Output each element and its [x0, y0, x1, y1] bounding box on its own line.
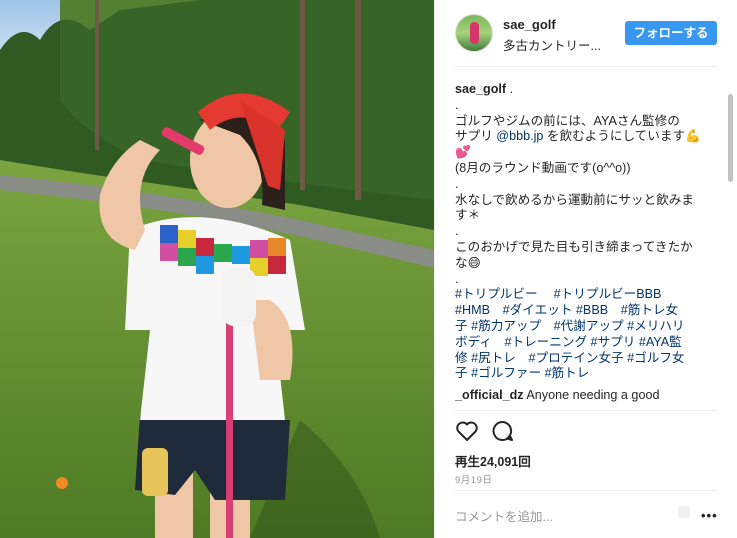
comment-scrollbar[interactable] [727, 84, 733, 414]
hashtag-line[interactable]: 子 #ゴルファー #筋トレ [455, 366, 717, 382]
caption-line: す＊ [455, 208, 481, 223]
heart-icon[interactable] [455, 420, 479, 447]
hashtag-line[interactable]: 子 #筋力アップ #代謝アップ #メリハリ [455, 319, 717, 335]
more-options-icon[interactable]: ••• [701, 508, 718, 523]
caption-line: 水なしで飲めるから運動前にサッと飲みま [455, 192, 694, 207]
comment-input[interactable]: コメントを追加... [455, 506, 553, 525]
location-link[interactable]: 多古カントリー... [503, 35, 601, 54]
caption-line: . [455, 271, 459, 286]
mention-link[interactable]: @bbb.jp [496, 129, 543, 143]
scrollbar-thumb[interactable] [728, 94, 733, 182]
hashtag-line[interactable]: ボディ #トレーニング #サプリ #AYA監 [455, 335, 717, 351]
caption-line: な😄 [455, 255, 481, 270]
hashtag-line[interactable]: #HMB #ダイエット #BBB #筋トレ女 [455, 303, 717, 319]
video-player[interactable] [0, 0, 434, 538]
actions-divider [455, 410, 717, 411]
caption-line: サプリ [455, 129, 497, 144]
comment-bubble-icon[interactable] [491, 420, 515, 447]
hashtag-line[interactable]: #トリプルビー #トリプルビーBBB [455, 287, 717, 303]
caption-line: ゴルフやジムの前には、AYAさん監修の [455, 113, 680, 128]
post-date[interactable]: 9月19日 [455, 472, 492, 486]
caption-suffix: . [506, 82, 514, 96]
composer-divider [455, 490, 717, 491]
comment-text: Anyone needing a good [523, 388, 660, 403]
follow-button[interactable]: フォローする [625, 21, 717, 45]
header-divider [455, 66, 717, 67]
view-count[interactable]: 再生24,091回 [455, 451, 531, 470]
caption-line: . [455, 97, 459, 112]
post-header: sae_golf 多古カントリー... フォローする [455, 14, 717, 54]
caption-line: (8月のラウンド動画です(o^^o)) [455, 160, 631, 175]
golf-photo [0, 0, 434, 538]
caption-line: 💕 [455, 145, 471, 160]
caption-line: このおかげで見た目も引き締まってきたか [455, 239, 693, 254]
caption-line: を飲むようにしています💪 [543, 129, 701, 144]
caption-line: . [455, 224, 459, 239]
hashtag-line[interactable]: 修 #尻トレ #プロテイン女子 #ゴルフ女 [455, 351, 717, 367]
caption-username[interactable]: sae_golf [455, 82, 506, 96]
post-panel: sae_golf 多古カントリー... フォローする sae_golf . . … [434, 0, 737, 538]
avatar[interactable] [455, 14, 493, 52]
comment-username[interactable]: _official_dz [455, 388, 524, 402]
header-username[interactable]: sae_golf [503, 17, 556, 32]
emoji-icon[interactable] [678, 506, 690, 518]
comment-list[interactable]: sae_golf . . ゴルフやジムの前には、AYAさん監修の サプリ @bb… [455, 82, 717, 410]
caption-line: . [455, 176, 459, 191]
